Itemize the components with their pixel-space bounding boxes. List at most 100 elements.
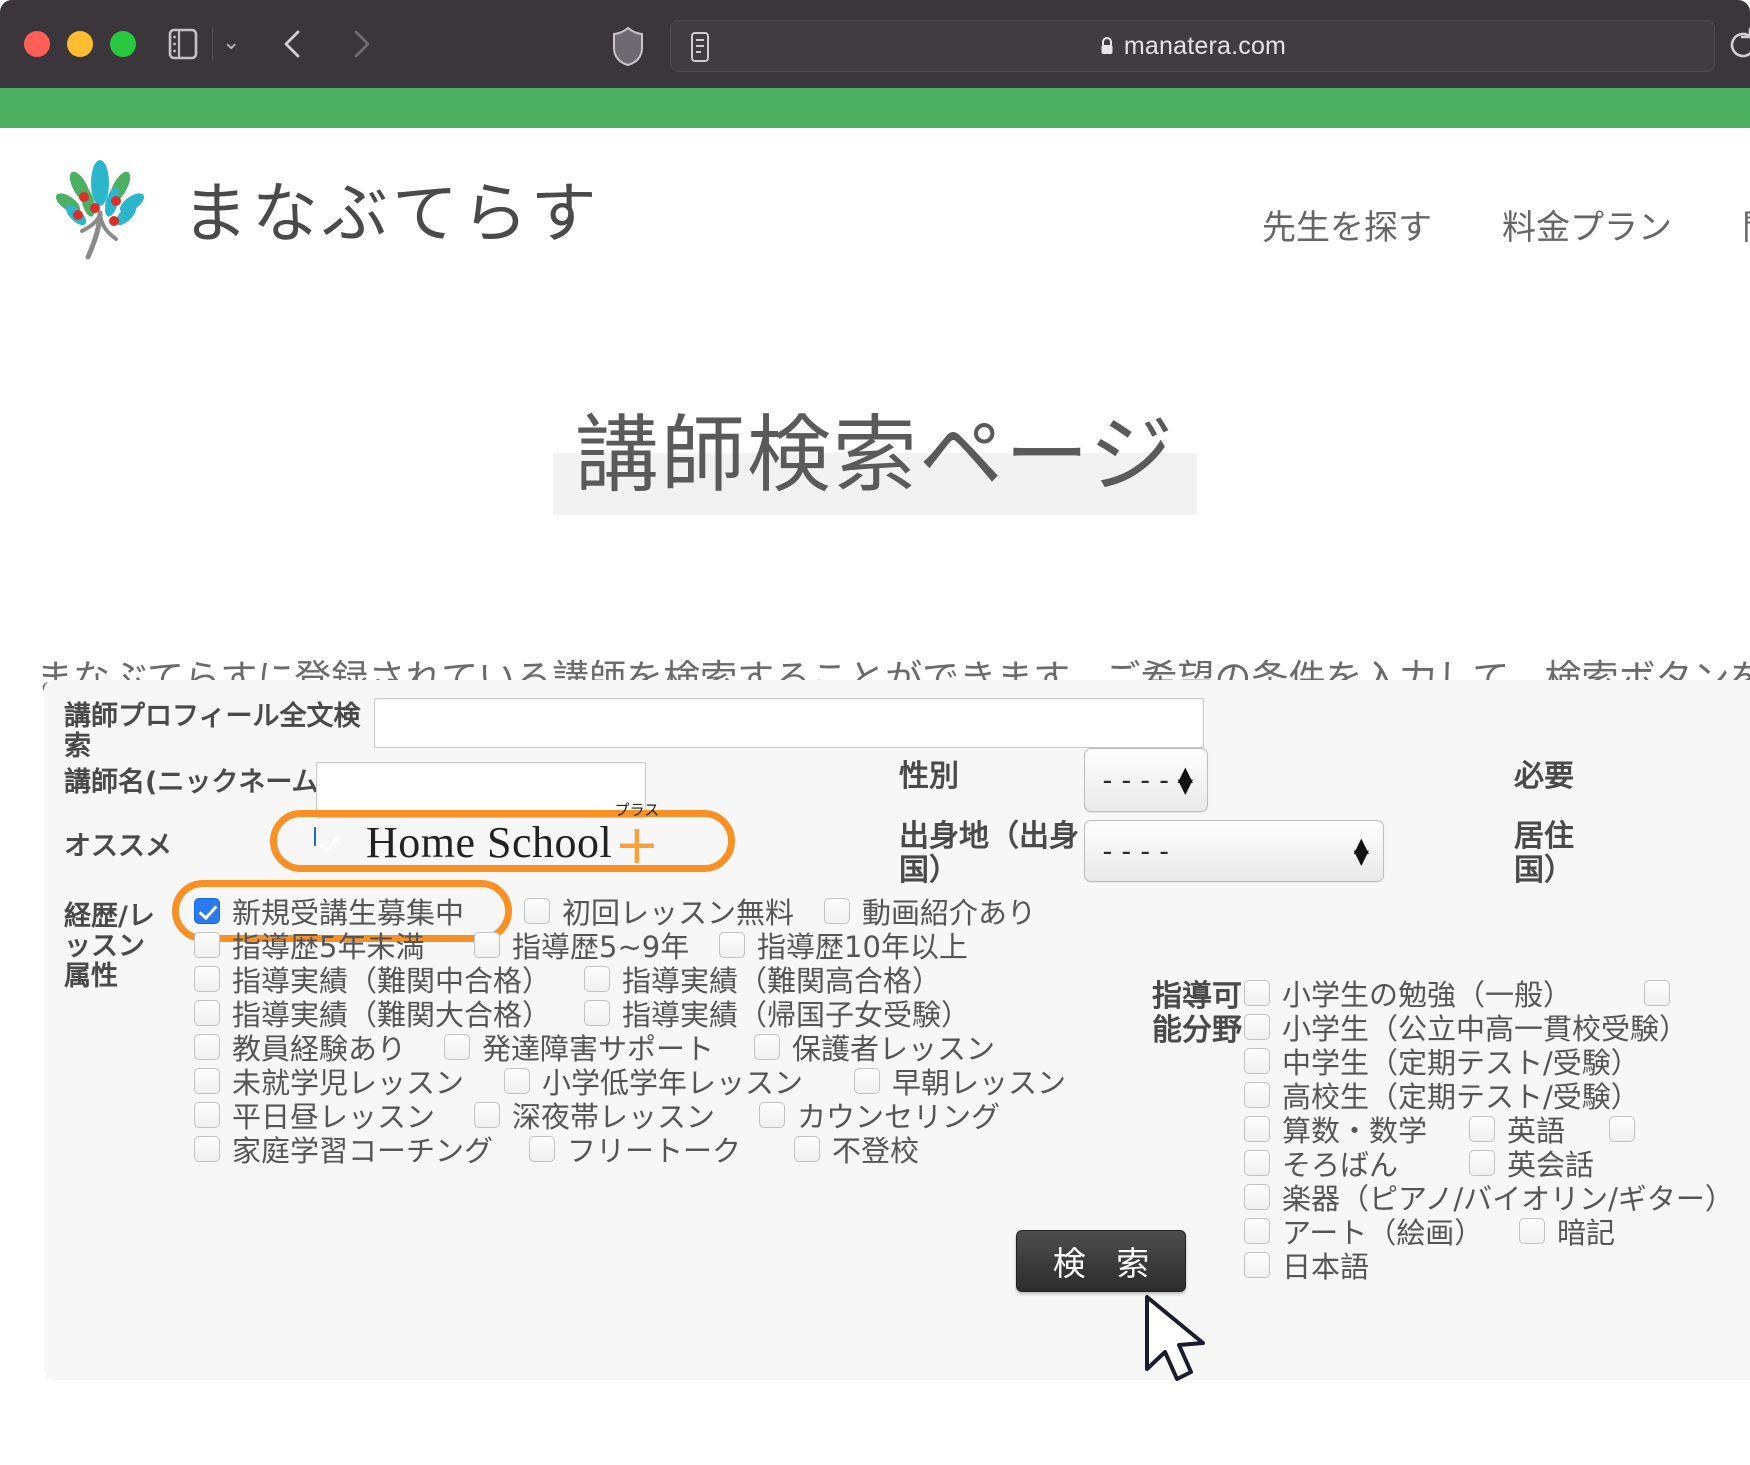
checkbox-box[interactable]	[194, 966, 220, 992]
fields-row: アート（絵画） 暗記	[1244, 1214, 1750, 1248]
checkbox-box[interactable]	[719, 932, 745, 958]
home-school-logo: Home School プラス +	[366, 814, 660, 868]
checkbox-box-clipped[interactable]	[1644, 980, 1670, 1006]
checkbox-box[interactable]	[1244, 1014, 1270, 1040]
checkbox-box[interactable]	[1244, 1082, 1270, 1108]
origin-select-value: ----	[1099, 835, 1174, 868]
checkbox-box[interactable]	[754, 1034, 780, 1060]
checkbox-box[interactable]	[529, 1136, 555, 1162]
keireki-label-line-2: ッスン	[64, 932, 184, 962]
fields-label: 指導可 能分野	[1152, 980, 1242, 1048]
checkbox-anki[interactable]: 暗記	[1519, 1210, 1615, 1252]
forward-arrow-icon[interactable]	[338, 22, 382, 66]
checkbox-box[interactable]	[1244, 1116, 1270, 1142]
profile-search-label: 講師プロフィール全文検索	[64, 702, 374, 762]
search-button[interactable]: 検 索	[1016, 1230, 1186, 1292]
keireki-label: 経歴/レ ッスン 属性	[64, 902, 184, 993]
nav-item-find-teacher[interactable]: 先生を探す	[1262, 200, 1432, 249]
keireki-row: 指導実績（難関中合格） 指導実績（難関高合格）	[194, 962, 1094, 996]
checkbox-box[interactable]	[1244, 1252, 1270, 1278]
gender-select[interactable]: ---- ▲▼	[1084, 748, 1208, 812]
checkbox-free-talk[interactable]: フリートーク	[529, 1128, 794, 1170]
minimize-button[interactable]	[67, 31, 93, 57]
checkbox-box[interactable]	[194, 1102, 220, 1128]
checkbox-box[interactable]	[1244, 1184, 1270, 1210]
window-traffic-lights[interactable]	[24, 31, 136, 57]
fields-row: 高校生（定期テスト/受験）	[1244, 1078, 1750, 1112]
gender-select-value: ----	[1099, 764, 1174, 797]
brand-name: まなぶてらす	[182, 160, 601, 256]
url-text: manatera.com	[1124, 32, 1286, 61]
site-logo[interactable]: まなぶてらす	[44, 153, 601, 263]
residence-label-line-2: 国）	[1514, 854, 1574, 888]
keireki-row: 平日昼レッスン 深夜帯レッスン カウンセリング	[194, 1098, 1094, 1132]
fields-label-line-2: 能分野	[1152, 1014, 1242, 1048]
maximize-button[interactable]	[110, 31, 136, 57]
tree-logo-icon	[44, 153, 156, 263]
chrome-divider	[212, 28, 213, 60]
checkbox-katei-gakushu-coaching[interactable]: 家庭学習コーチング	[194, 1128, 529, 1170]
chevron-down-icon[interactable]: ⌄	[222, 30, 240, 55]
checkbox-box[interactable]	[444, 1034, 470, 1060]
origin-select[interactable]: ---- ▲▼	[1084, 820, 1384, 882]
checkbox-box[interactable]	[759, 1102, 785, 1128]
checkbox-box[interactable]	[474, 932, 500, 958]
checkbox-box[interactable]	[584, 966, 610, 992]
nav-item-contact[interactable]: 問い	[1742, 200, 1750, 249]
close-button[interactable]	[24, 31, 50, 57]
home-school-plus-icon: +	[614, 813, 659, 876]
checkbox-box[interactable]	[1244, 980, 1270, 1006]
checkbox-box[interactable]	[194, 1136, 220, 1162]
address-bar[interactable]: manatera.com	[670, 20, 1715, 72]
checkbox-box[interactable]	[524, 898, 550, 924]
select-arrows-icon: ▲▼	[1178, 768, 1193, 793]
fields-row: 日本語	[1244, 1248, 1750, 1282]
keireki-row: 未就学児レッスン 小学低学年レッスン 早朝レッスン	[194, 1064, 1094, 1098]
mouse-cursor-icon	[1141, 1293, 1211, 1388]
keireki-row: 指導実績（難関大合格） 指導実績（帰国子女受験）	[194, 996, 1094, 1030]
checkbox-box[interactable]	[794, 1136, 820, 1162]
checkbox-box[interactable]	[824, 898, 850, 924]
top-green-bar	[0, 88, 1750, 128]
required-label: 必要	[1514, 760, 1574, 794]
checkbox-box[interactable]	[1244, 1048, 1270, 1074]
checkbox-box[interactable]	[194, 1034, 220, 1060]
checkbox-futoukou[interactable]: 不登校	[794, 1128, 919, 1170]
checkbox-box[interactable]	[194, 898, 220, 924]
checkbox-box[interactable]	[194, 932, 220, 958]
fields-checkbox-grid: 小学生の勉強（一般） 小学生（公立中高一貫校受験） 中学生（定期テスト/受験）	[1244, 976, 1750, 1282]
checkbox-box[interactable]	[584, 1000, 610, 1026]
residence-label: 居住 国）	[1514, 820, 1574, 888]
gender-label: 性別	[899, 760, 959, 794]
page-title: 講師検索ページ	[575, 406, 1175, 504]
checkbox-box[interactable]	[474, 1102, 500, 1128]
checkbox-box[interactable]	[504, 1068, 530, 1094]
checkbox-label: 家庭学習コーチング	[232, 1128, 493, 1170]
home-school-checkbox[interactable]	[314, 827, 316, 846]
checkbox-box-clipped[interactable]	[1609, 1116, 1635, 1142]
checkbox-box[interactable]	[194, 1068, 220, 1094]
checkbox-box[interactable]	[1469, 1150, 1495, 1176]
checkbox-box[interactable]	[1244, 1150, 1270, 1176]
checkbox-box[interactable]	[1244, 1218, 1270, 1244]
home-school-ruby: プラス	[615, 799, 660, 820]
lock-icon	[1099, 36, 1115, 56]
checkbox-label: 暗記	[1557, 1210, 1615, 1252]
sidebar-toggle-icon[interactable]	[163, 24, 203, 64]
checkbox-box[interactable]	[1469, 1116, 1495, 1142]
back-arrow-icon[interactable]	[272, 22, 316, 66]
fields-row: 算数・数学 英語	[1244, 1112, 1750, 1146]
shield-icon[interactable]	[608, 24, 648, 68]
checkbox-label: 日本語	[1282, 1244, 1369, 1286]
page-title-block: 講師検索ページ	[0, 388, 1750, 509]
fields-row: そろばん 英会話	[1244, 1146, 1750, 1180]
reload-icon[interactable]	[1726, 26, 1750, 64]
keireki-label-line-1: 経歴/レ	[64, 902, 184, 932]
checkbox-box[interactable]	[854, 1068, 880, 1094]
profile-search-input[interactable]	[374, 698, 1204, 748]
checkbox-box[interactable]	[194, 1000, 220, 1026]
checkbox-nihongo[interactable]: 日本語	[1244, 1244, 1369, 1286]
checkbox-box[interactable]	[1519, 1218, 1545, 1244]
home-school-wordmark: Home School	[366, 817, 612, 868]
nav-item-pricing[interactable]: 料金プラン	[1502, 200, 1672, 249]
